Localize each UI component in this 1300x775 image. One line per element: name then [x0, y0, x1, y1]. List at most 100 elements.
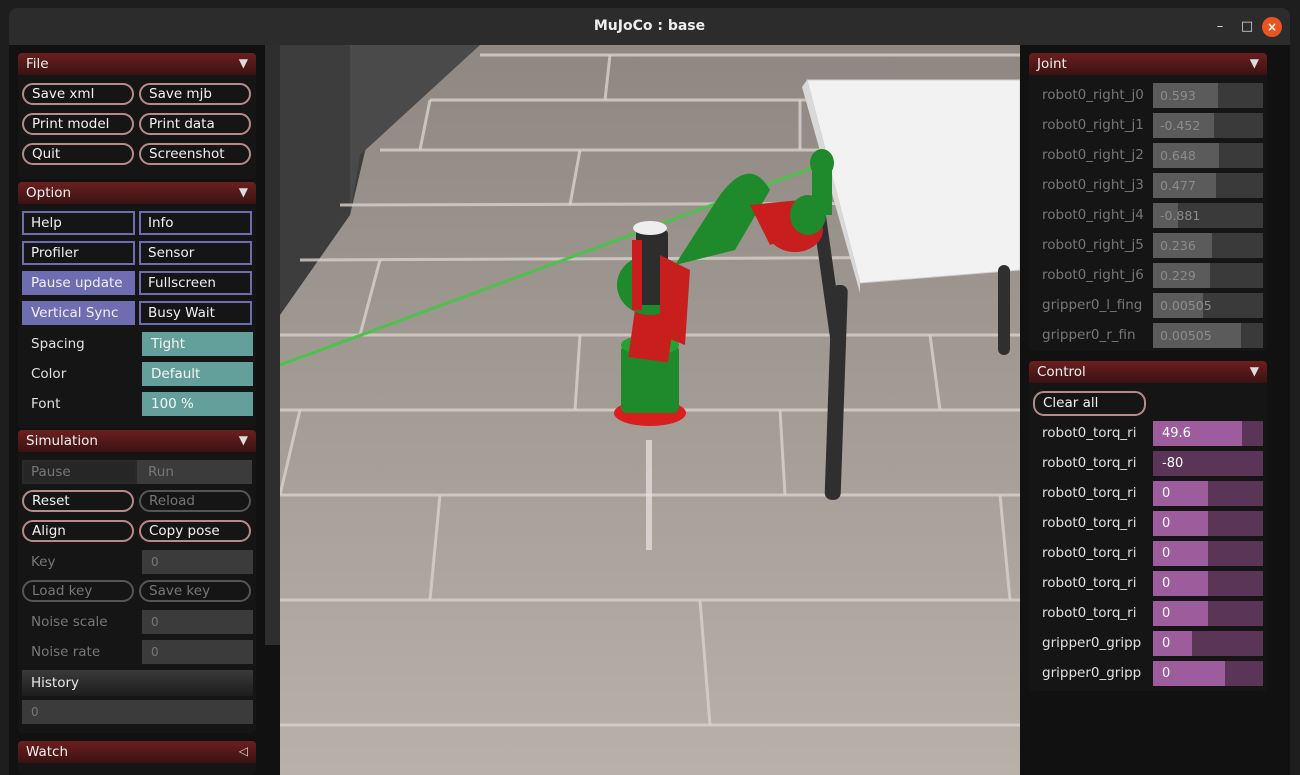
- key-slider[interactable]: 0: [142, 550, 253, 574]
- quit-button[interactable]: Quit: [22, 143, 134, 165]
- joint-row-slider[interactable]: -0.452: [1153, 113, 1263, 138]
- control-row-value: -80: [1162, 456, 1184, 471]
- left-ui-column: File ▼ Save xml Save mjb Print model Pri…: [9, 45, 265, 775]
- color-select[interactable]: Default: [142, 362, 253, 386]
- joint-row-label: robot0_right_j2: [1042, 147, 1144, 163]
- history-separator: History: [22, 670, 253, 696]
- font-label: Font: [31, 396, 61, 412]
- joint-row-label: robot0_right_j3: [1042, 177, 1144, 193]
- control-row-value: 49.6: [1162, 426, 1191, 441]
- joint-row-value: 0.236: [1160, 238, 1196, 253]
- joint-row-value: 0.00505: [1160, 298, 1212, 313]
- collapse-triangle-icon[interactable]: ▼: [1250, 56, 1259, 70]
- copy-pose-button[interactable]: Copy pose: [139, 520, 251, 542]
- control-row-slider[interactable]: 0: [1153, 481, 1263, 506]
- control-row-slider[interactable]: 49.6: [1153, 421, 1263, 446]
- font-select[interactable]: 100 %: [142, 392, 253, 416]
- busy-wait-toggle[interactable]: Busy Wait: [139, 301, 252, 325]
- control-row-label: gripper0_gripp: [1042, 665, 1142, 681]
- option-panel-header[interactable]: Option ▼: [18, 182, 256, 204]
- right-ui-column: Joint ▼ robot0_right_j0 0.593 robot0_right…: [1020, 45, 1290, 775]
- joint-panel-title: Joint: [1037, 56, 1067, 72]
- pause-radio[interactable]: Pause: [22, 460, 137, 484]
- collapse-triangle-icon[interactable]: ▼: [239, 185, 248, 199]
- print-model-button[interactable]: Print model: [22, 113, 134, 135]
- joint-row-label: gripper0_r_fin: [1042, 327, 1136, 343]
- joint-row-value: 0.229: [1160, 268, 1196, 283]
- control-panel-header[interactable]: Control ▼: [1029, 361, 1267, 383]
- file-panel-header[interactable]: File ▼: [18, 53, 256, 75]
- minimize-icon[interactable]: –: [1210, 17, 1230, 37]
- joint-row-slider[interactable]: 0.00505: [1153, 323, 1263, 348]
- collapse-triangle-icon[interactable]: ▼: [239, 56, 248, 70]
- control-row-label: robot0_torq_ri: [1042, 545, 1137, 561]
- joint-row-label: robot0_right_j6: [1042, 267, 1144, 283]
- noise-rate-label: Noise rate: [31, 644, 101, 660]
- joint-row-slider[interactable]: -0.881: [1153, 203, 1263, 228]
- collapse-triangle-icon[interactable]: ▼: [1250, 364, 1259, 378]
- run-radio[interactable]: Run: [139, 460, 174, 484]
- simulation-panel-title: Simulation: [26, 433, 98, 449]
- align-button[interactable]: Align: [22, 520, 134, 542]
- key-label: Key: [31, 554, 56, 570]
- noise-scale-slider[interactable]: 0: [142, 610, 253, 634]
- left-scrollbar[interactable]: [265, 45, 280, 645]
- sensor-toggle[interactable]: Sensor: [139, 241, 252, 265]
- control-row-value: 0: [1162, 546, 1171, 561]
- save-key-button[interactable]: Save key: [139, 580, 251, 602]
- print-data-button[interactable]: Print data: [139, 113, 251, 135]
- reset-button[interactable]: Reset: [22, 490, 134, 512]
- title-bar: MuJoCo : base – □ ×: [9, 8, 1290, 46]
- control-panel-title: Control: [1037, 364, 1086, 380]
- expand-triangle-icon[interactable]: ◁: [239, 744, 248, 758]
- info-toggle[interactable]: Info: [139, 211, 252, 235]
- help-toggle[interactable]: Help: [22, 211, 135, 235]
- control-row-slider[interactable]: 0: [1153, 541, 1263, 566]
- control-row-slider[interactable]: 0: [1153, 601, 1263, 626]
- control-panel: Control ▼ Clear all robot0_torq_ri 49.6 ro…: [1029, 361, 1267, 691]
- control-row-slider[interactable]: 0: [1153, 571, 1263, 596]
- control-row-slider[interactable]: 0: [1153, 511, 1263, 536]
- clear-all-button[interactable]: Clear all: [1033, 391, 1146, 416]
- history-label: History: [31, 675, 80, 691]
- joint-row-label: robot0_right_j0: [1042, 87, 1144, 103]
- joint-row-slider[interactable]: 0.593: [1153, 83, 1263, 108]
- joint-row-slider[interactable]: 0.648: [1153, 143, 1263, 168]
- joint-row-slider[interactable]: 0.477: [1153, 173, 1263, 198]
- control-row-slider[interactable]: -80: [1153, 451, 1263, 476]
- noise-rate-slider[interactable]: 0: [142, 640, 253, 664]
- joint-row-slider[interactable]: 0.236: [1153, 233, 1263, 258]
- close-icon[interactable]: ×: [1262, 17, 1282, 37]
- control-row-slider[interactable]: 0: [1153, 661, 1263, 686]
- collapse-triangle-icon[interactable]: ▼: [239, 433, 248, 447]
- window-title: MuJoCo : base: [593, 18, 706, 34]
- color-label: Color: [31, 366, 67, 382]
- joint-panel-header[interactable]: Joint ▼: [1029, 53, 1267, 75]
- fullscreen-toggle[interactable]: Fullscreen: [139, 271, 252, 295]
- save-xml-button[interactable]: Save xml: [22, 83, 134, 105]
- control-row-slider[interactable]: 0: [1153, 631, 1263, 656]
- pause-update-toggle[interactable]: Pause update: [22, 271, 135, 295]
- simulation-panel-header[interactable]: Simulation ▼: [18, 430, 256, 452]
- file-panel: File ▼ Save xml Save mjb Print model Pri…: [18, 53, 256, 179]
- control-row-label: gripper0_gripp: [1042, 635, 1142, 651]
- load-key-button[interactable]: Load key: [22, 580, 134, 602]
- watch-panel-header[interactable]: Watch ◁: [18, 741, 256, 763]
- joint-panel: Joint ▼ robot0_right_j0 0.593 robot0_right…: [1029, 53, 1267, 351]
- vertical-sync-toggle[interactable]: Vertical Sync: [22, 301, 135, 325]
- file-panel-title: File: [26, 56, 49, 72]
- joint-row-slider[interactable]: 0.229: [1153, 263, 1263, 288]
- control-row-label: robot0_torq_ri: [1042, 575, 1137, 591]
- joint-row-slider[interactable]: 0.00505: [1153, 293, 1263, 318]
- profiler-toggle[interactable]: Profiler: [22, 241, 135, 265]
- reload-button[interactable]: Reload: [139, 490, 251, 512]
- screenshot-button[interactable]: Screenshot: [139, 143, 251, 165]
- maximize-icon[interactable]: □: [1237, 17, 1257, 37]
- spacing-select[interactable]: Tight: [142, 332, 253, 356]
- 3d-viewport[interactable]: [280, 45, 1020, 775]
- save-mjb-button[interactable]: Save mjb: [139, 83, 251, 105]
- control-row-label: robot0_torq_ri: [1042, 455, 1137, 471]
- joint-row-label: robot0_right_j1: [1042, 117, 1144, 133]
- run-mode-radio[interactable]: Pause Run: [22, 460, 252, 484]
- history-slider[interactable]: 0: [22, 700, 253, 724]
